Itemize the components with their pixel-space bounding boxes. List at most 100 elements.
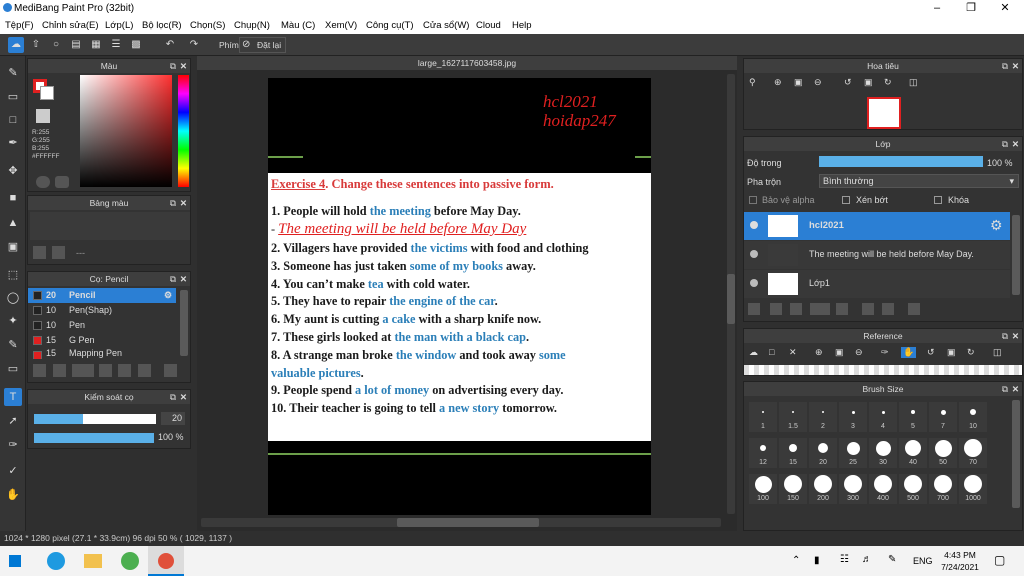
clock[interactable]: 4:43 PM 7/24/2021 bbox=[938, 549, 982, 573]
medibang-taskbar-button[interactable] bbox=[148, 546, 184, 576]
brush-item[interactable]: 15 G Pen bbox=[28, 333, 176, 348]
chat-icon[interactable]: ▤ bbox=[68, 37, 84, 53]
close-icon[interactable]: ✕ bbox=[180, 59, 187, 73]
dropper-icon[interactable]: ✑ bbox=[881, 347, 889, 358]
canvas[interactable]: hcl2021 hoidap247 Exercise 4. Change thes… bbox=[268, 78, 651, 515]
cloud-download-icon[interactable]: ☁ bbox=[749, 347, 758, 358]
move-tool-icon[interactable]: ✥ bbox=[4, 162, 22, 180]
flip-icon[interactable]: ◫ bbox=[993, 347, 1002, 358]
close-icon[interactable]: ✕ bbox=[180, 390, 187, 404]
fit-icon[interactable]: ▣ bbox=[835, 347, 844, 358]
select-pen-icon[interactable]: ✎ bbox=[4, 336, 22, 354]
rotate-right-icon[interactable]: ↻ bbox=[884, 77, 892, 88]
reset-rotation-icon[interactable]: ▣ bbox=[864, 77, 873, 88]
close-icon[interactable]: ✕ bbox=[1012, 329, 1019, 343]
comment-icon[interactable]: ○ bbox=[48, 37, 64, 53]
color-wheel-icon[interactable] bbox=[36, 176, 50, 188]
eraser-tool-icon[interactable]: ▭ bbox=[4, 88, 22, 106]
eyedropper-icon[interactable]: ✓ bbox=[4, 462, 22, 480]
brush-tool-icon[interactable]: ✎ bbox=[4, 64, 22, 82]
menu-edit[interactable]: Chỉnh sửa(E) bbox=[42, 20, 99, 31]
fit-icon[interactable]: ▣ bbox=[794, 77, 803, 88]
layer-row[interactable]: Lớp1 bbox=[744, 270, 1010, 298]
close-icon[interactable]: ✕ bbox=[1012, 382, 1019, 396]
select-eraser-icon[interactable]: ▭ bbox=[4, 360, 22, 378]
brush-size-option[interactable]: 25 bbox=[839, 438, 867, 468]
folder-icon[interactable]: □ bbox=[769, 347, 774, 357]
background-color-swatch[interactable] bbox=[40, 86, 54, 100]
color-gradient-picker[interactable] bbox=[80, 75, 172, 187]
rotate-left-icon[interactable]: ↺ bbox=[927, 347, 935, 358]
file-explorer-icon[interactable] bbox=[84, 554, 102, 568]
transparent-swatch[interactable] bbox=[36, 109, 50, 123]
close-icon[interactable]: ✕ bbox=[180, 272, 187, 286]
brush-size-option[interactable]: 3 bbox=[839, 402, 867, 432]
menu-filter[interactable]: Bộ lọc(R) bbox=[142, 20, 182, 31]
menu-view[interactable]: Xem(V) bbox=[325, 20, 357, 31]
brush-size-option[interactable]: 30 bbox=[869, 438, 897, 468]
gear-icon[interactable]: ⚙ bbox=[990, 217, 1003, 234]
brush-size-value[interactable]: 20 bbox=[161, 412, 185, 425]
fill-rect-icon[interactable]: ■ bbox=[4, 189, 22, 207]
brush-size-option[interactable]: 1.5 bbox=[779, 402, 807, 432]
wifi-icon[interactable]: ☷ bbox=[840, 554, 849, 565]
brush-size-option[interactable]: 15 bbox=[779, 438, 807, 468]
list-icon[interactable]: ☰ bbox=[108, 37, 124, 53]
brush-size-option[interactable]: 12 bbox=[749, 438, 777, 468]
text-tool-icon[interactable]: T bbox=[4, 388, 22, 406]
menu-tools[interactable]: Công cụ(T) bbox=[366, 20, 414, 31]
brush-settings-icon[interactable] bbox=[99, 364, 112, 377]
minimize-button[interactable]: – bbox=[920, 0, 954, 17]
keyboard-label[interactable]: Phím bbox=[219, 40, 239, 50]
close-icon[interactable]: ✕ bbox=[789, 347, 797, 358]
page-icon[interactable]: ▦ bbox=[88, 37, 104, 53]
palette-scrollbar[interactable] bbox=[178, 212, 190, 240]
brush-size-option[interactable]: 1 bbox=[749, 402, 777, 432]
color-picker-icon[interactable] bbox=[55, 176, 69, 188]
copy-layer-icon[interactable] bbox=[770, 303, 782, 315]
brush-size-option[interactable]: 5 bbox=[899, 402, 927, 432]
hand-icon[interactable]: ✋ bbox=[901, 347, 917, 358]
brush-size-option[interactable]: 40 bbox=[899, 438, 927, 468]
pen-icon[interactable]: ✎ bbox=[888, 554, 896, 565]
windows-start-icon[interactable] bbox=[9, 555, 21, 567]
brush-size-option[interactable]: 400 bbox=[869, 474, 897, 504]
eye-icon[interactable] bbox=[750, 250, 758, 258]
brush-scrollbar[interactable] bbox=[180, 290, 188, 356]
chevron-up-icon[interactable]: ⌃ bbox=[792, 555, 800, 566]
brush-item[interactable]: 10 Pen bbox=[28, 318, 176, 333]
add-brush-icon[interactable] bbox=[33, 364, 46, 377]
brush-size-option[interactable]: 200 bbox=[809, 474, 837, 504]
zoom-out-icon[interactable]: ⊖ bbox=[814, 77, 822, 88]
rotate-right-icon[interactable]: ↻ bbox=[967, 347, 975, 358]
menu-layer[interactable]: Lớp(L) bbox=[105, 20, 133, 31]
eye-icon[interactable] bbox=[750, 279, 758, 287]
brush-size-slider[interactable] bbox=[34, 414, 156, 424]
brush-item[interactable]: 15 Mapping Pen bbox=[28, 348, 176, 359]
edge-icon[interactable] bbox=[47, 552, 65, 570]
gear-icon[interactable]: ⚙ bbox=[164, 288, 172, 303]
brush-size-option[interactable]: 500 bbox=[899, 474, 927, 504]
menu-help[interactable]: Help bbox=[512, 20, 532, 31]
blend-mode-select[interactable]: Bình thường ▾ bbox=[819, 174, 1019, 188]
layer-opacity-slider[interactable] bbox=[819, 156, 983, 167]
brush-item[interactable]: 20 Pencil ⚙ bbox=[28, 288, 176, 303]
menu-cloud[interactable]: Cloud bbox=[476, 20, 501, 31]
vertical-scrollbar[interactable] bbox=[727, 74, 735, 514]
palette-swatches[interactable] bbox=[30, 212, 178, 240]
flip-icon[interactable]: ◫ bbox=[909, 77, 918, 88]
folder-icon[interactable] bbox=[836, 303, 848, 315]
menu-capture[interactable]: Chụp(N) bbox=[234, 20, 270, 31]
duplicate-icon[interactable] bbox=[862, 303, 874, 315]
close-icon[interactable]: ✕ bbox=[1012, 137, 1019, 151]
new-layer-icon[interactable] bbox=[748, 303, 760, 315]
operation-tool-icon[interactable]: ➚ bbox=[4, 412, 22, 430]
rotate-left-icon[interactable]: ↺ bbox=[844, 77, 852, 88]
magic-wand-icon[interactable]: ✦ bbox=[4, 312, 22, 330]
close-icon[interactable]: ✕ bbox=[180, 196, 187, 210]
brush-size-option[interactable]: 700 bbox=[929, 474, 957, 504]
new-palette-icon[interactable] bbox=[33, 246, 46, 259]
volume-icon[interactable]: ♬ bbox=[862, 554, 872, 565]
pen-tool-icon[interactable]: ✒ bbox=[4, 134, 22, 152]
select-rect-icon[interactable]: ⬚ bbox=[4, 266, 22, 284]
